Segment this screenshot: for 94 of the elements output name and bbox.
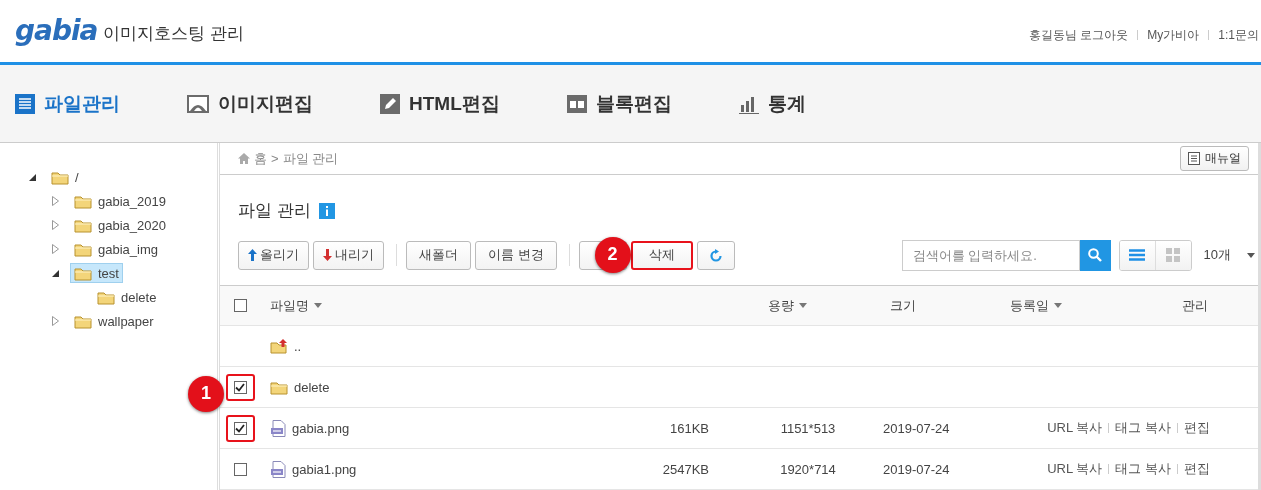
table-cell-text: 2547KB <box>661 461 710 477</box>
folder-node[interactable]: gabia_img <box>70 239 162 259</box>
block-icon <box>566 94 587 113</box>
action-link[interactable]: 편집 <box>1184 419 1210 437</box>
folder-node[interactable]: gabia_2019 <box>70 191 170 211</box>
up-arrow-icon <box>248 249 257 261</box>
grid-view-toggle[interactable] <box>1154 240 1191 270</box>
action-link[interactable]: URL 복사 <box>1047 419 1103 437</box>
table-cell-text: 1920*714 <box>779 461 837 477</box>
action-link[interactable]: URL 복사 <box>1047 460 1103 478</box>
breadcrumb-separator: > <box>271 151 279 166</box>
grid-icon <box>1166 248 1181 262</box>
app-title: 이미지호스팅 관리 <box>103 22 245 45</box>
table-cell-text: 161KB <box>668 420 710 436</box>
folder-icon <box>74 265 92 281</box>
expanded-triangle-icon[interactable] <box>51 269 59 277</box>
collapsed-triangle-icon[interactable] <box>51 244 59 254</box>
table-cell-text: 2019-07-24 <box>882 420 951 436</box>
column-header[interactable]: 파일명 <box>260 296 768 315</box>
down-arrow-icon <box>323 249 332 261</box>
folder-icon <box>270 379 288 395</box>
column-header[interactable]: 용량 <box>768 296 828 315</box>
checkbox[interactable] <box>233 421 247 435</box>
folder-node[interactable]: wallpaper <box>70 311 158 331</box>
search-field[interactable]: 검색어를 입력하세요. <box>901 239 1080 271</box>
image-icon <box>187 94 209 113</box>
checkbox[interactable] <box>233 380 247 394</box>
pencil-icon <box>380 93 400 114</box>
toolbar-button[interactable]: 이름 변경 <box>475 240 557 270</box>
user-name: 홍길동님 <box>1028 26 1077 44</box>
refresh-icon <box>709 248 722 262</box>
page-size-select[interactable]: 10개 <box>1203 246 1258 264</box>
expanded-triangle-icon[interactable] <box>28 173 36 181</box>
caret-icon <box>1247 252 1255 258</box>
collapsed-triangle-icon[interactable] <box>51 220 59 230</box>
table-cell-text: 1151*513 <box>779 420 837 436</box>
folder-node[interactable]: gabia_2020 <box>70 215 170 235</box>
action-link[interactable]: 태그 복사 <box>1115 419 1171 437</box>
folder-node[interactable]: test <box>70 263 123 283</box>
collapsed-triangle-icon[interactable] <box>51 316 59 326</box>
info-icon <box>318 202 335 219</box>
folder-icon <box>74 217 92 233</box>
folder-node[interactable]: / <box>47 167 83 187</box>
search-icon <box>1088 248 1103 262</box>
folder-node[interactable]: delete <box>93 287 161 307</box>
checkbox[interactable] <box>233 299 247 312</box>
nav-tab[interactable]: 이미지편집 <box>187 90 313 117</box>
folder-icon <box>74 313 92 329</box>
nav-tab[interactable]: HTML편집 <box>380 90 500 117</box>
toolbar-button[interactable]: 내리기 <box>313 240 384 270</box>
toolbar-button[interactable]: 올리기 <box>238 240 309 270</box>
folder-icon <box>74 241 92 257</box>
step-marker: 1 <box>188 375 224 412</box>
action-link[interactable]: 편집 <box>1184 460 1210 478</box>
parent-folder-icon <box>270 338 288 354</box>
header-link[interactable]: 1:1문의 <box>1218 26 1259 44</box>
folder-icon <box>51 169 69 185</box>
header-link[interactable]: 로그아웃 <box>1080 26 1129 44</box>
collapsed-triangle-icon[interactable] <box>51 196 59 206</box>
action-link[interactable]: 태그 복사 <box>1115 460 1171 478</box>
file-name[interactable]: gabia.png <box>292 420 350 436</box>
list-icon <box>1129 249 1146 261</box>
check-icon <box>235 423 245 433</box>
header-link[interactable]: My가비아 <box>1147 26 1200 44</box>
breadcrumb-item: 파일 관리 <box>282 149 339 168</box>
refresh-button[interactable] <box>696 240 735 270</box>
column-header: 관리 <box>1181 296 1209 315</box>
list-view-toggle[interactable] <box>1119 240 1155 270</box>
table-cell-text: 2019-07-24 <box>882 461 951 477</box>
column-header: 크기 <box>889 296 917 315</box>
toolbar-button[interactable]: 새폴더 <box>406 240 471 270</box>
list-icon <box>15 93 35 114</box>
breadcrumb-item[interactable]: 홈 <box>254 149 267 168</box>
logo[interactable]: gabia <box>15 17 98 45</box>
home-icon <box>238 153 250 164</box>
column-header[interactable]: 등록일 <box>978 296 1093 315</box>
nav-tab[interactable]: 통계 <box>738 90 806 117</box>
folder-icon <box>74 193 92 209</box>
nav-tab[interactable]: 블록편집 <box>566 90 672 117</box>
image-file-icon <box>270 460 286 478</box>
manual-button[interactable]: 매뉴얼 <box>1180 146 1249 171</box>
file-name[interactable]: .. <box>294 338 302 354</box>
nav-tab[interactable]: 파일관리 <box>15 90 120 117</box>
document-icon <box>1188 152 1200 165</box>
toolbar-button[interactable]: 삭제 <box>630 240 693 270</box>
check-icon <box>235 382 245 392</box>
checkbox[interactable] <box>233 462 247 476</box>
search-button[interactable] <box>1079 239 1111 271</box>
step-marker: 2 <box>594 236 631 273</box>
folder-icon <box>97 289 115 305</box>
page-title: 파일 관리 <box>238 200 311 222</box>
image-file-icon <box>270 419 286 437</box>
file-name[interactable]: gabia1.png <box>292 461 357 477</box>
file-name[interactable]: delete <box>294 379 330 395</box>
